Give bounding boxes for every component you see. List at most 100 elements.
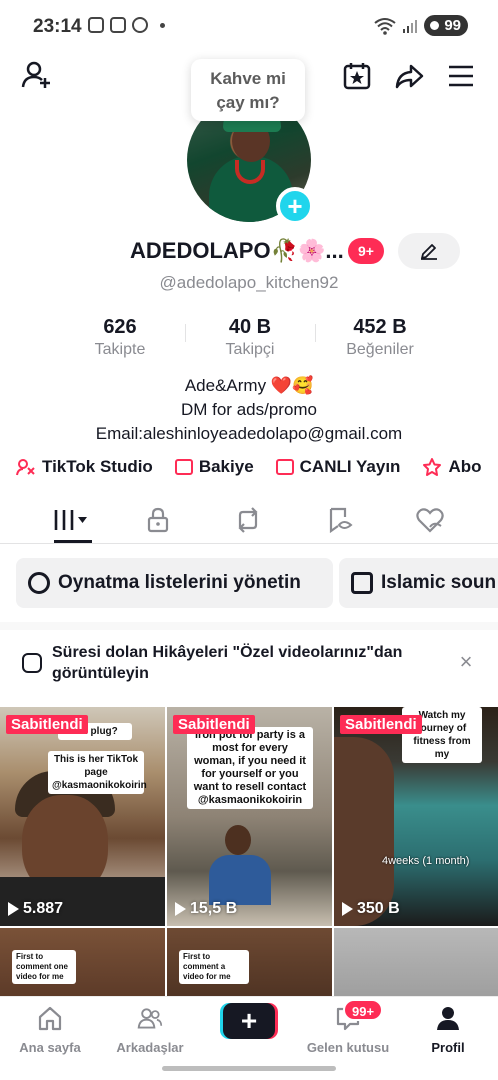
bubble-line1: Kahve mi: [210, 69, 286, 88]
add-story-icon[interactable]: +: [276, 187, 314, 225]
playlist-icon: [351, 572, 373, 594]
content-tabs: [0, 496, 498, 544]
nav-inbox-label: Gelen kutusu: [306, 1040, 390, 1055]
video-thumbnail[interactable]: Iron pot for party is a most for every w…: [167, 707, 332, 926]
add-friend-icon[interactable]: [20, 58, 54, 92]
playlist-chip[interactable]: Islamic soun: [339, 558, 498, 608]
whatsapp-icon: [132, 17, 148, 33]
home-indicator: [162, 1066, 336, 1071]
profile-icon: [437, 1007, 459, 1030]
stat-followers[interactable]: 40 B Takipçi: [185, 316, 315, 364]
bookmark-eye-icon: [329, 507, 353, 533]
manage-playlists-button[interactable]: Oynatma listelerini yönetin: [16, 558, 333, 608]
edit-profile-button[interactable]: [398, 233, 460, 269]
heart-hidden-icon: [416, 508, 444, 533]
story-add-icon: [22, 653, 42, 673]
bio-line1: Ade&Army: [184, 376, 267, 395]
stat-likes-label: Beğeniler: [346, 341, 414, 358]
pencil-icon: [421, 244, 437, 260]
section-divider: [0, 622, 498, 630]
wifi-icon: [374, 17, 396, 35]
tab-saved[interactable]: [318, 496, 362, 544]
pinned-badge: Sabitlendi: [6, 715, 88, 734]
repost-icon: [238, 507, 258, 533]
quick-link-studio-label: TikTok Studio: [42, 457, 153, 476]
stat-following-label: Takipte: [94, 341, 146, 358]
bio-emoji: ❤️🥰: [270, 376, 314, 395]
status-time: 23:14: [33, 16, 82, 37]
nav-profile-label: Profil: [431, 1040, 465, 1055]
battery-indicator: 99: [424, 15, 468, 36]
lock-icon: [147, 507, 169, 533]
screenshot-icon: [110, 17, 126, 33]
video-thumbnail[interactable]: Watch my journey of fitness from my 4wee…: [334, 707, 498, 926]
home-icon: [38, 1006, 62, 1031]
quick-link-studio[interactable]: TikTok Studio: [16, 455, 153, 479]
nav-profile[interactable]: Profil: [403, 1005, 493, 1055]
nav-friends-label: Arkadaşlar: [116, 1040, 184, 1055]
instagram-icon: [88, 17, 104, 33]
subscription-star-icon: [423, 458, 442, 476]
video-thumbnail[interactable]: First to comment one video for me: [0, 928, 165, 998]
calendar-star-icon[interactable]: [340, 59, 374, 93]
video-caption: Iron pot for party is a most for every w…: [187, 727, 313, 809]
profile-name: ADEDOLAPO🥀🌸...: [130, 238, 344, 263]
status-bar: 23:14 99: [0, 0, 498, 52]
manage-playlists-label: Oynatma listelerini yönetin: [58, 572, 301, 593]
bio-line2: DM for ads/promo: [180, 400, 318, 419]
settings-gear-icon: [28, 572, 50, 594]
profile-stats: 626 Takipte 40 B Takipçi 452 B Beğeniler: [55, 316, 445, 364]
quick-link-live[interactable]: CANLI Yayın: [275, 455, 401, 479]
view-count: 15,5 B: [175, 900, 237, 918]
notification-icons: [88, 17, 165, 33]
more-notifications-icon: [160, 22, 165, 28]
tab-videos[interactable]: [44, 496, 98, 544]
quick-link-balance-label: Bakiye: [198, 457, 254, 476]
active-tab-indicator: [54, 540, 92, 543]
status-prompt-bubble[interactable]: Kahve mi çay mı?: [191, 59, 305, 121]
quick-links: TikTok Studio Bakiye CANLI Yayın Abo: [16, 455, 481, 479]
bubble-line2: çay mı?: [216, 93, 280, 112]
close-icon[interactable]: ×: [456, 651, 476, 673]
profile-handle: @adedolapo_kitchen92: [159, 273, 339, 292]
live-tv-icon: [275, 459, 294, 475]
video-thumbnail[interactable]: [334, 928, 498, 998]
tab-liked[interactable]: [408, 496, 452, 544]
friends-icon: [137, 1008, 163, 1029]
stat-likes[interactable]: 452 B Beğeniler: [315, 316, 445, 364]
quick-link-live-label: CANLI Yayın: [299, 457, 401, 476]
video-caption: First to comment one video for me: [12, 950, 76, 984]
stat-followers-value: 40 B: [228, 316, 272, 338]
view-count: 350 B: [342, 900, 400, 918]
grid-videos-icon: [54, 510, 87, 530]
play-icon: [8, 902, 19, 916]
status-right: 99: [374, 15, 468, 36]
tab-private[interactable]: [136, 496, 180, 544]
bio-email[interactable]: Email:aleshinloyeadedolapo@gmail.com: [0, 422, 498, 446]
pinned-badge: Sabitlendi: [173, 715, 255, 734]
profile-bio: Ade&Army ❤️🥰 DM for ads/promo Email:ales…: [0, 374, 498, 446]
create-button[interactable]: +: [223, 1003, 275, 1039]
menu-icon[interactable]: [444, 60, 478, 92]
video-thumbnail[interactable]: irin plug? This is her TikTok page @kasm…: [0, 707, 165, 926]
stories-notice[interactable]: Süresi dolan Hikâyeleri "Özel videoların…: [22, 642, 462, 684]
wallet-icon: [174, 459, 193, 475]
share-icon[interactable]: [392, 59, 426, 93]
video-overlay-text: 4weeks (1 month): [382, 855, 470, 867]
name-notification-badge[interactable]: 9+: [348, 238, 384, 264]
stat-following[interactable]: 626 Takipte: [55, 316, 185, 364]
nav-home-label: Ana sayfa: [19, 1040, 81, 1055]
quick-link-balance[interactable]: Bakiye: [174, 455, 254, 479]
video-thumbnail[interactable]: First to comment a video for me: [167, 928, 332, 998]
tab-reposts[interactable]: [226, 496, 270, 544]
video-caption: First to comment a video for me: [179, 950, 249, 984]
play-icon: [175, 902, 186, 916]
quick-link-subscription-label: Abo: [448, 457, 482, 476]
quick-link-subscription[interactable]: Abo: [422, 455, 481, 479]
studio-icon: [16, 459, 35, 476]
pinned-badge: Sabitlendi: [340, 715, 422, 734]
nav-home[interactable]: Ana sayfa: [5, 1005, 95, 1055]
nav-friends[interactable]: Arkadaşlar: [105, 1005, 195, 1055]
video-caption: This is her TikTok page @kasmaonikokoiri…: [48, 751, 147, 794]
stat-followers-label: Takipçi: [225, 341, 275, 358]
